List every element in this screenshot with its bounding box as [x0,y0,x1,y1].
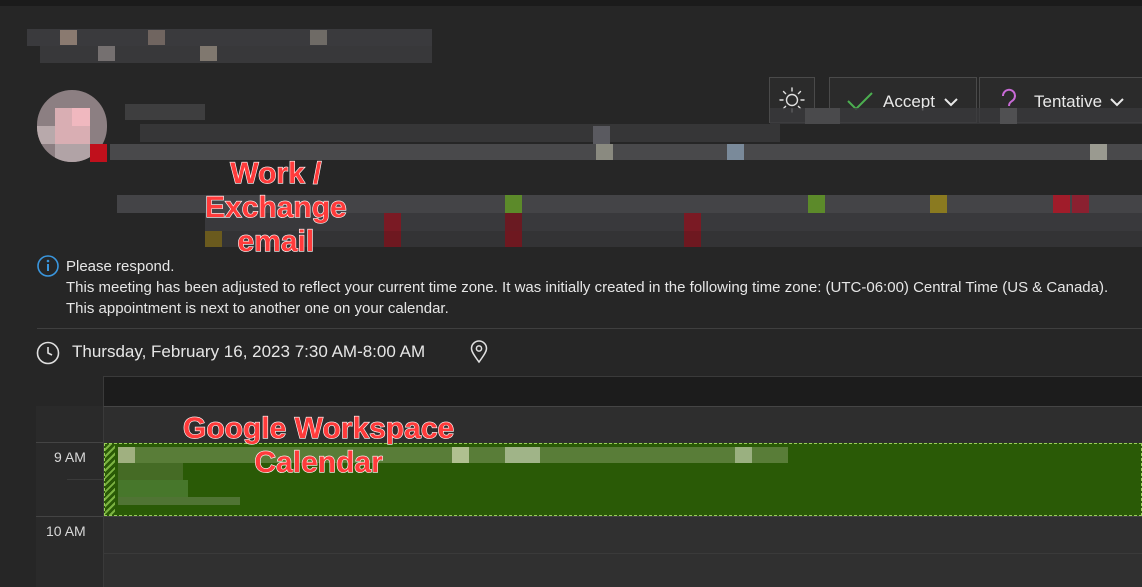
annotation-line: Work / [230,156,322,190]
time-column: 9 AM 10 AM [36,406,103,587]
divider [37,328,1142,329]
chevron-down-icon [1110,98,1124,107]
info-notes: Please respond. This meeting has been ad… [66,256,1108,319]
half-hour-line [67,479,103,480]
status-badge [90,144,107,162]
hour-line [36,442,103,443]
location-pin-icon[interactable] [469,340,489,364]
annotation-line: Google Workspace [182,411,455,445]
annotation-line: Calendar [254,445,384,479]
clock-icon [36,341,60,365]
info-note: This meeting has been adjusted to reflec… [66,279,1109,296]
info-icon [37,255,59,277]
annotation-line: Exchange [204,190,347,224]
hour-line [104,516,1142,517]
time-label: 9 AM [54,449,86,465]
meeting-time: Thursday, February 16, 2023 7:30 AM-8:00… [72,342,426,361]
annotation-line: email [237,224,315,258]
hour-line [36,516,103,517]
calendar-preview: 9 AM 10 AM [36,376,1142,587]
info-note: This appointment is next to another one … [66,300,449,317]
window-top-edge [0,0,1142,6]
annotation-email: Work / Exchange email [204,156,347,259]
chevron-down-icon [944,98,958,107]
calendar-day-header [103,376,1142,407]
event-tentative-hatch [105,444,115,515]
info-note: Please respond. [66,258,175,275]
annotation-calendar: Google Workspace Calendar [182,411,455,480]
time-label: 10 AM [46,523,86,539]
half-hour-line [104,553,1142,554]
